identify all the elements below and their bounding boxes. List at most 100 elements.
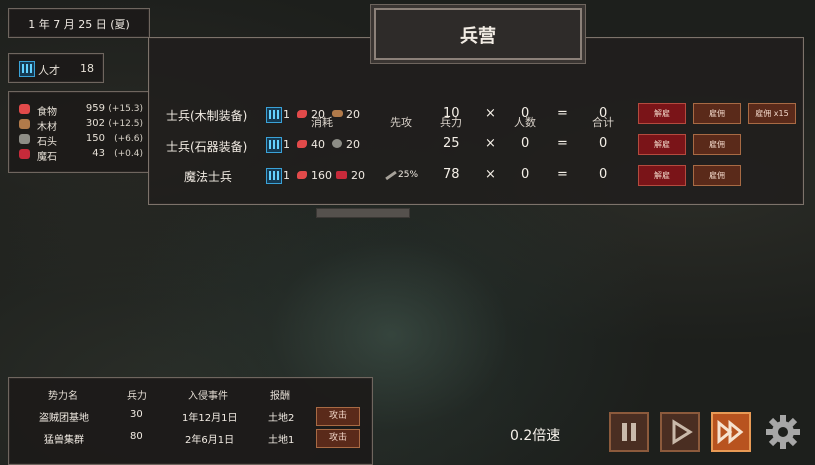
header-reward: 报酬 [270,391,290,402]
talent-icon [266,107,282,123]
unit-count: 0 [521,136,530,151]
date-panel: 1 年 7 月 25 日 (夏) [8,8,150,38]
talent-icon [266,137,282,153]
invasion-date: 1年12月1日 [182,413,238,424]
fast-forward-button[interactable] [711,412,751,452]
equals-sign: = [557,136,568,151]
resource-row-stone: 石头 150 (+6.6) [9,132,149,148]
cost-talent: 1 [283,169,290,182]
cost-third: 20 [346,138,360,151]
unit-total: 0 [599,167,608,182]
resource-amount: 959 [85,103,105,114]
unit-power: 10 [443,106,460,121]
resource-rate: (+6.6) [114,134,143,144]
barracks-title: 兵营 [460,26,496,47]
unit-total: 0 [599,106,608,121]
fast-forward-icon [717,419,744,445]
speed-label: 0.2倍速 [510,428,561,444]
resource-name: 食物 [37,107,57,118]
unit-count: 0 [521,167,530,182]
pause-button[interactable] [609,412,649,452]
header-first-strike: 先攻 [390,116,412,129]
attack-button[interactable]: 攻击 [316,407,360,426]
header-event: 入侵事件 [188,391,228,402]
barracks-panel: 消耗 先攻 兵力 人数 合计 士兵(木制装备) 1 20 20 10 × 0 =… [148,37,804,205]
unit-name: 士兵(木制装备) [166,109,248,123]
resource-row-wood: 木材 302 (+12.5) [9,117,149,133]
unit-power: 25 [443,136,460,151]
resource-rate: (+12.5) [108,119,143,129]
unit-power: 78 [443,167,460,182]
equals-sign: = [557,106,568,121]
times-sign: × [485,106,496,121]
resource-rate: (+15.3) [108,104,143,114]
magic-stone-icon [19,149,30,159]
header-faction: 势力名 [48,391,78,402]
hire-button[interactable]: 雇佣 [693,134,741,155]
faction-name: 猛兽集群 [44,435,84,446]
cost-food: 160 [311,169,332,182]
unit-name: 士兵(石器装备) [166,140,248,154]
talent-value: 18 [80,62,94,75]
unit-count: 0 [521,106,530,121]
times-sign: × [485,136,496,151]
cost-food: 20 [311,108,325,121]
dismiss-button[interactable]: 解雇 [638,103,686,124]
resource-name: 石头 [37,137,57,148]
resources-panel: 食物 959 (+15.3) 木材 302 (+12.5) 石头 150 (+6… [8,91,150,173]
cost-third: 20 [351,169,365,182]
resource-name: 魔石 [37,152,57,163]
invasion-panel: 势力名 兵力 入侵事件 报酬 盗贼团基地 30 1年12月1日 土地2 攻击 猛… [8,377,373,465]
date-text: 1 年 7 月 25 日 (夏) [28,18,130,31]
unit-name: 魔法士兵 [184,170,233,184]
talent-icon [266,168,282,184]
cost-third: 20 [346,108,360,121]
dismiss-button[interactable]: 解雇 [638,134,686,155]
resource-amount: 150 [85,133,105,144]
resource-name: 木材 [37,122,57,133]
hire-button[interactable]: 雇佣 [693,103,741,124]
cost-talent: 1 [283,138,290,151]
equals-sign: = [557,167,568,182]
invasion-date: 2年6月1日 [185,435,235,446]
reward: 土地1 [268,435,295,446]
meat-icon [19,104,30,114]
wood-icon [19,119,30,129]
faction-power: 30 [130,409,143,420]
attack-button[interactable]: 攻击 [316,429,360,448]
sword-icon [385,170,397,181]
meat-icon [297,140,307,148]
play-icon [672,419,693,445]
wood-icon [332,110,343,117]
meat-icon [297,110,307,118]
cost-food: 40 [311,138,325,151]
stone-icon [332,139,342,148]
resource-rate: (+0.4) [114,149,143,159]
header-power: 兵力 [127,391,147,402]
faction-name: 盗贼团基地 [39,413,89,424]
talent-icon [19,61,35,77]
pause-icon [622,423,636,441]
barracks-title-plate: 兵营 [374,8,582,60]
magic-stone-icon [336,171,347,179]
talent-label: 人才 [38,64,60,77]
dismiss-button[interactable]: 解雇 [638,165,686,186]
scrollbar[interactable] [316,208,410,218]
stone-icon [19,134,30,144]
resource-amount: 43 [92,148,105,159]
resource-row-food: 食物 959 (+15.3) [9,102,149,118]
first-strike-value: 25% [398,170,419,180]
talent-panel: 人才 18 [8,53,104,83]
hire-15-button[interactable]: 雇佣 x15 [748,103,796,124]
resource-row-magic-stone: 魔石 43 (+0.4) [9,147,149,163]
resource-amount: 302 [85,118,105,129]
unit-total: 0 [599,136,608,151]
faction-power: 80 [130,431,143,442]
reward: 土地2 [268,413,295,424]
play-button[interactable] [660,412,700,452]
cost-talent: 1 [283,108,290,121]
gear-icon[interactable] [765,414,801,450]
times-sign: × [485,167,496,182]
meat-icon [297,171,307,179]
hire-button[interactable]: 雇佣 [693,165,741,186]
